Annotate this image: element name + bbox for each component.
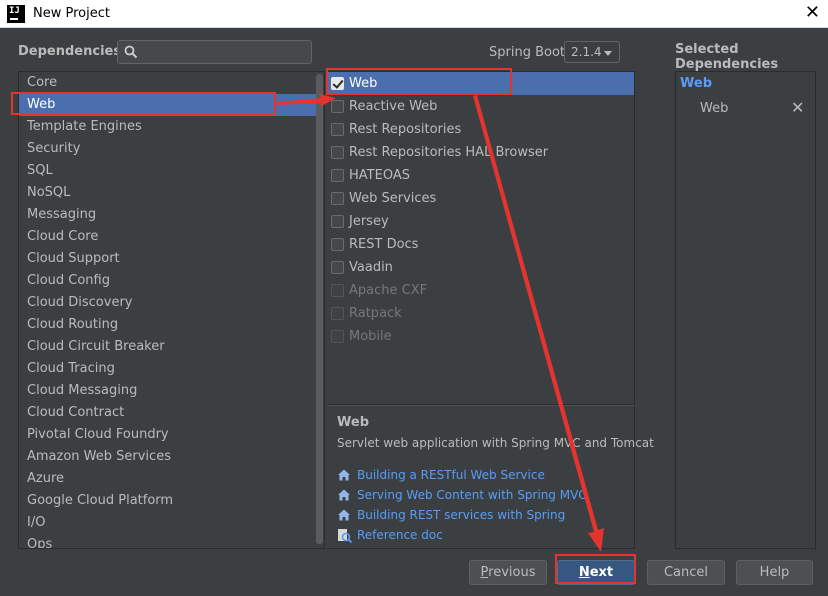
dependency-item: Ratpack <box>327 302 634 325</box>
description-panel: Web Servlet web application with Spring … <box>327 405 654 549</box>
category-scrollbar[interactable] <box>316 72 323 548</box>
dependency-checkbox <box>331 307 344 320</box>
dependency-label: Jersey <box>349 214 389 229</box>
search-input[interactable] <box>144 43 304 61</box>
dependency-label: Web Services <box>349 191 437 206</box>
dependency-checkbox[interactable] <box>331 261 344 274</box>
dependency-item[interactable]: Web Services <box>327 187 634 210</box>
category-item[interactable]: Cloud Contract <box>19 402 316 424</box>
description-title: Web <box>337 415 369 430</box>
guide-link-label: Serving Web Content with Spring MVC <box>357 488 587 502</box>
previous-label: revious <box>488 565 536 580</box>
scrollbar-thumb[interactable] <box>316 74 323 544</box>
selected-dependencies-label: Selected Dependencies <box>675 42 779 72</box>
category-item[interactable]: Cloud Core <box>19 226 316 248</box>
dependency-label: Ratpack <box>349 306 402 321</box>
dependency-item[interactable]: Reactive Web <box>327 95 634 118</box>
category-list-panel: Core Web Template Engines Security SQL NoSQL M… <box>18 71 325 549</box>
category-item[interactable]: Cloud Tracing <box>19 358 316 380</box>
category-item[interactable]: Cloud Support <box>19 248 316 270</box>
guide-link-label: Building REST services with Spring <box>357 508 566 522</box>
category-item[interactable]: Cloud Routing <box>19 314 316 336</box>
previous-mnemonic: P <box>480 565 489 580</box>
category-item[interactable]: Cloud Circuit Breaker <box>19 336 316 358</box>
guide-link[interactable]: Building a RESTful Web Service <box>337 466 545 484</box>
close-icon[interactable]: ✕ <box>805 3 820 23</box>
annotation-box-web-dependency <box>326 68 512 95</box>
category-item[interactable]: Template Engines <box>19 116 316 138</box>
category-item[interactable]: NoSQL <box>19 182 316 204</box>
selected-group-title: Web <box>680 76 712 91</box>
dependency-item: Mobile <box>327 325 634 348</box>
dependency-checkbox[interactable] <box>331 238 344 251</box>
annotation-box-web-category <box>11 92 276 115</box>
dependency-checkbox[interactable] <box>331 215 344 228</box>
category-list: Core Web Template Engines Security SQL NoSQL M… <box>19 72 316 548</box>
dependencies-label: Dependencies <box>18 44 122 59</box>
annotation-box-next-button <box>555 554 636 584</box>
category-item[interactable]: Azure <box>19 468 316 490</box>
category-item[interactable]: Ops <box>19 534 316 548</box>
guide-link[interactable]: Reference doc <box>337 526 443 544</box>
spring-boot-version-value: 2.1.4 <box>571 45 602 59</box>
guide-link-label: Reference doc <box>357 528 443 542</box>
category-item[interactable]: Cloud Config <box>19 270 316 292</box>
selected-dependencies-panel: Web Web ✕ <box>675 71 816 549</box>
dependency-label: REST Docs <box>349 237 419 252</box>
dependency-checkbox[interactable] <box>331 146 344 159</box>
category-item[interactable]: Security <box>19 138 316 160</box>
intellij-app-icon: IJ <box>7 5 25 23</box>
category-item[interactable]: Pivotal Cloud Foundry <box>19 424 316 446</box>
category-item[interactable]: Messaging <box>19 204 316 226</box>
dependency-item[interactable]: Jersey <box>327 210 634 233</box>
dependency-label: Apache CXF <box>349 283 428 298</box>
search-icon <box>124 45 138 59</box>
window-title: New Project <box>33 6 110 21</box>
category-item[interactable]: Google Cloud Platform <box>19 490 316 512</box>
title-bar: IJ New Project ✕ <box>0 0 828 28</box>
cancel-button[interactable]: Cancel <box>647 560 725 585</box>
dependency-item[interactable]: HATEOAS <box>327 164 634 187</box>
dependency-label: Vaadin <box>349 260 393 275</box>
dependency-item[interactable]: REST Docs <box>327 233 634 256</box>
guide-link-label: Building a RESTful Web Service <box>357 468 545 482</box>
spring-boot-version-select[interactable]: 2.1.4 <box>564 41 620 63</box>
dependency-item: Apache CXF <box>327 279 634 302</box>
dependency-item[interactable]: Vaadin <box>327 256 634 279</box>
dependency-label: HATEOAS <box>349 168 410 183</box>
home-icon <box>338 489 350 501</box>
dependency-label: Mobile <box>349 329 392 344</box>
dependency-checkbox[interactable] <box>331 169 344 182</box>
doc-search-icon <box>338 529 353 544</box>
description-text: Servlet web application with Spring MVC … <box>337 436 654 450</box>
dependency-list: Web Reactive Web Rest Repositories Rest Rep… <box>327 71 635 405</box>
dependency-checkbox[interactable] <box>331 123 344 136</box>
category-item[interactable]: I/O <box>19 512 316 534</box>
dependency-checkbox <box>331 284 344 297</box>
category-item[interactable]: Core <box>19 72 316 94</box>
category-item[interactable]: SQL <box>19 160 316 182</box>
dependency-checkbox <box>331 330 344 343</box>
spring-boot-label: Spring Boot <box>489 45 566 60</box>
category-item[interactable]: Cloud Discovery <box>19 292 316 314</box>
guide-link[interactable]: Serving Web Content with Spring MVC <box>337 486 587 504</box>
dependency-checkbox[interactable] <box>331 192 344 205</box>
dependency-label: Rest Repositories HAL Browser <box>349 145 549 160</box>
home-icon <box>338 469 350 481</box>
category-item[interactable]: Cloud Messaging <box>19 380 316 402</box>
remove-dependency-icon[interactable]: ✕ <box>791 99 804 117</box>
dependency-checkbox[interactable] <box>331 100 344 113</box>
dependency-item[interactable]: Rest Repositories <box>327 118 634 141</box>
previous-button[interactable]: Previous <box>469 560 547 585</box>
guide-link[interactable]: Building REST services with Spring <box>337 506 565 524</box>
dependency-label: Reactive Web <box>349 99 438 114</box>
dependency-label: Rest Repositories <box>349 122 462 137</box>
category-item[interactable]: Amazon Web Services <box>19 446 316 468</box>
search-field[interactable] <box>117 40 312 64</box>
selected-dependency-item: Web <box>700 101 729 116</box>
home-icon <box>338 509 350 521</box>
chevron-down-icon <box>604 51 612 56</box>
help-button[interactable]: Help <box>736 560 813 585</box>
dependency-item[interactable]: Rest Repositories HAL Browser <box>327 141 634 164</box>
